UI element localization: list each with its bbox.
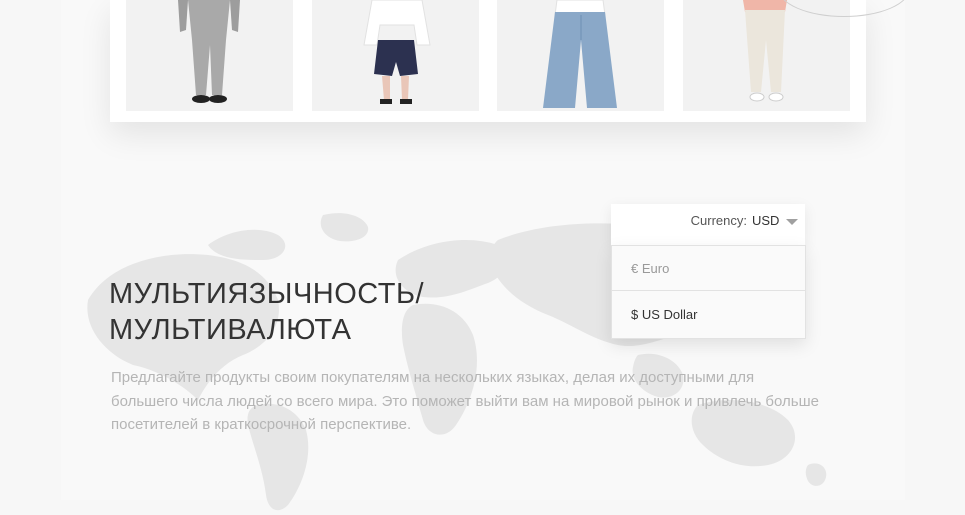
currency-option-usd[interactable]: $ US Dollar [612,292,805,337]
chevron-down-icon[interactable] [786,219,798,225]
currency-value: USD [752,213,780,228]
currency-dropdown: € Euro $ US Dollar [611,245,806,339]
section-title-line2: МУЛЬТИВАЛЮТА [109,314,352,346]
product-image-jeans[interactable] [497,0,664,111]
section-description: Предлагайте продукты своим покупателям н… [111,369,819,433]
currency-selector[interactable]: Currency: USD [611,204,805,245]
currency-option-euro[interactable]: € Euro [612,246,805,291]
product-image-shorts[interactable] [312,0,479,111]
section-title: МУЛЬТИЯЗЫЧНОСТЬ/ МУЛЬТИВАЛЮТА [109,276,424,348]
currency-label: Currency: [690,213,747,228]
product-image-trousers[interactable] [683,0,850,111]
product-image-suit[interactable] [126,0,293,111]
product-gallery [110,0,866,122]
section-title-line1: МУЛЬТИЯЗЫЧНОСТЬ/ [109,278,425,310]
